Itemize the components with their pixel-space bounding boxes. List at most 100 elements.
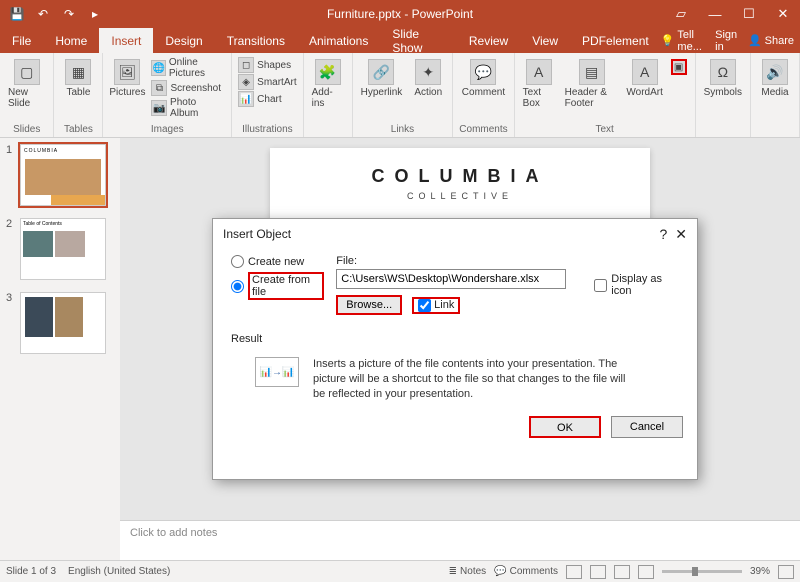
group-illustrations-label: Illustrations <box>242 124 293 135</box>
sign-in[interactable]: Sign in <box>715 29 742 53</box>
tab-home[interactable]: Home <box>43 28 99 53</box>
link-checkbox[interactable]: Link <box>412 297 460 314</box>
addins-button[interactable]: 🧩 Add-ins <box>310 57 346 111</box>
minimize-icon[interactable]: — <box>698 0 732 28</box>
ok-button[interactable]: OK <box>529 416 601 438</box>
thumb-slide-1: COLUMBIA <box>20 144 106 206</box>
close-icon[interactable]: ✕ <box>766 0 800 28</box>
comment-button[interactable]: 💬 Comment <box>460 57 507 100</box>
slideshow-view-icon[interactable] <box>638 565 654 579</box>
undo-icon[interactable]: ↶ <box>32 3 54 25</box>
tab-file[interactable]: File <box>0 28 43 53</box>
tab-transitions[interactable]: Transitions <box>215 28 297 53</box>
quick-access-toolbar: 💾 ↶ ↷ ▸ <box>0 3 106 25</box>
comments-toggle[interactable]: 💬 Comments <box>494 566 558 577</box>
thumb-number: 3 <box>6 292 16 354</box>
link-checkbox-input[interactable] <box>418 299 431 312</box>
create-new-radio-input[interactable] <box>231 255 244 268</box>
shapes-button[interactable]: ◻Shapes <box>238 57 296 73</box>
zoom-slider[interactable] <box>662 570 742 573</box>
fit-to-window-icon[interactable] <box>778 565 794 579</box>
group-symbols: Ω Symbols <box>696 53 751 137</box>
dialog-close-icon[interactable]: ✕ <box>675 226 687 243</box>
photo-album-button[interactable]: 📷Photo Album <box>151 97 225 119</box>
reading-view-icon[interactable] <box>614 565 630 579</box>
display-as-icon-checkbox[interactable]: Display as icon <box>594 255 679 315</box>
group-text-label: Text <box>595 124 613 135</box>
online-pictures-button[interactable]: 🌐Online Pictures <box>151 57 225 79</box>
slide-count: Slide 1 of 3 <box>6 566 56 577</box>
group-links: 🔗 Hyperlink ✦ Action Links <box>353 53 454 137</box>
action-button[interactable]: ✦ Action <box>410 57 446 100</box>
smartart-button[interactable]: ◈SmartArt <box>238 74 296 90</box>
tab-animations[interactable]: Animations <box>297 28 380 53</box>
header-footer-button[interactable]: ▤ Header & Footer <box>563 57 621 111</box>
cancel-button[interactable]: Cancel <box>611 416 683 438</box>
tab-design[interactable]: Design <box>153 28 214 53</box>
symbols-button[interactable]: Ω Symbols <box>702 57 744 100</box>
symbols-icon: Ω <box>710 59 736 85</box>
pictures-button[interactable]: 🖼 Pictures <box>109 57 145 100</box>
new-slide-button[interactable]: ▢ New Slide <box>6 57 47 111</box>
symbols-label: Symbols <box>704 87 742 98</box>
media-button[interactable]: 🔊 Media <box>757 57 793 100</box>
file-path-input[interactable] <box>336 269 566 289</box>
redo-icon[interactable]: ↷ <box>58 3 80 25</box>
share-label: Share <box>765 35 794 47</box>
create-new-radio[interactable]: Create new <box>231 255 324 268</box>
thumbnail-2[interactable]: 2 Table of Contents <box>0 218 120 280</box>
file-label: File: <box>336 255 566 267</box>
pictures-label: Pictures <box>109 87 145 98</box>
wordart-label: WordArt <box>626 87 663 98</box>
group-tables-label: Tables <box>64 124 93 135</box>
language-status[interactable]: English (United States) <box>68 566 170 577</box>
browse-button[interactable]: Browse... <box>336 295 402 315</box>
object-button[interactable]: ▣ <box>669 57 689 77</box>
addins-label: Add-ins <box>312 87 344 109</box>
notes-pane[interactable]: Click to add notes <box>120 520 800 560</box>
share-icon: 👤 <box>748 34 762 47</box>
slide-subtitle: COLLECTIVE <box>270 191 650 201</box>
chart-button[interactable]: 📊Chart <box>238 91 296 107</box>
new-slide-icon: ▢ <box>14 59 40 85</box>
thumbnail-1[interactable]: 1 COLUMBIA <box>0 144 120 206</box>
status-bar: Slide 1 of 3 English (United States) ≣ N… <box>0 560 800 582</box>
tab-view[interactable]: View <box>520 28 570 53</box>
create-from-file-radio[interactable]: Create from file <box>231 272 324 300</box>
thumbnail-3[interactable]: 3 <box>0 292 120 354</box>
zoom-percent[interactable]: 39% <box>750 566 770 577</box>
comment-icon: 💬 <box>470 59 496 85</box>
wordart-button[interactable]: A WordArt <box>627 57 663 100</box>
hyperlink-button[interactable]: 🔗 Hyperlink <box>359 57 405 100</box>
illustrations-stack: ◻Shapes ◈SmartArt 📊Chart <box>238 57 296 107</box>
textbox-button[interactable]: A Text Box <box>521 57 557 111</box>
group-comments: 💬 Comment Comments <box>453 53 514 137</box>
menu-bar: File Home Insert Design Transitions Anim… <box>0 28 800 53</box>
table-label: Table <box>66 87 90 98</box>
tab-slideshow[interactable]: Slide Show <box>380 28 457 53</box>
share-button[interactable]: 👤Share <box>748 34 794 47</box>
tell-me[interactable]: 💡Tell me... <box>661 29 709 53</box>
help-icon[interactable]: ? <box>659 226 667 243</box>
create-from-file-radio-input[interactable] <box>231 280 244 293</box>
notes-toggle[interactable]: ≣ Notes <box>449 566 487 577</box>
action-label: Action <box>414 87 442 98</box>
sorter-view-icon[interactable] <box>590 565 606 579</box>
header-footer-icon: ▤ <box>579 59 605 85</box>
save-icon[interactable]: 💾 <box>6 3 28 25</box>
action-icon: ✦ <box>415 59 441 85</box>
normal-view-icon[interactable] <box>566 565 582 579</box>
tab-pdfelement[interactable]: PDFelement <box>570 28 661 53</box>
ribbon-options-icon[interactable]: ▱ <box>664 0 698 28</box>
display-as-icon-input[interactable] <box>594 279 607 292</box>
wordart-icon: A <box>632 59 658 85</box>
link-checkbox-label: Link <box>434 299 454 311</box>
thumb-slide-3 <box>20 292 106 354</box>
comment-label: Comment <box>462 87 505 98</box>
start-from-beginning-icon[interactable]: ▸ <box>84 3 106 25</box>
screenshot-button[interactable]: ⧉Screenshot <box>151 80 225 96</box>
maximize-icon[interactable]: ☐ <box>732 0 766 28</box>
tab-insert[interactable]: Insert <box>99 28 153 53</box>
tab-review[interactable]: Review <box>457 28 520 53</box>
table-button[interactable]: ▦ Table <box>60 57 96 100</box>
